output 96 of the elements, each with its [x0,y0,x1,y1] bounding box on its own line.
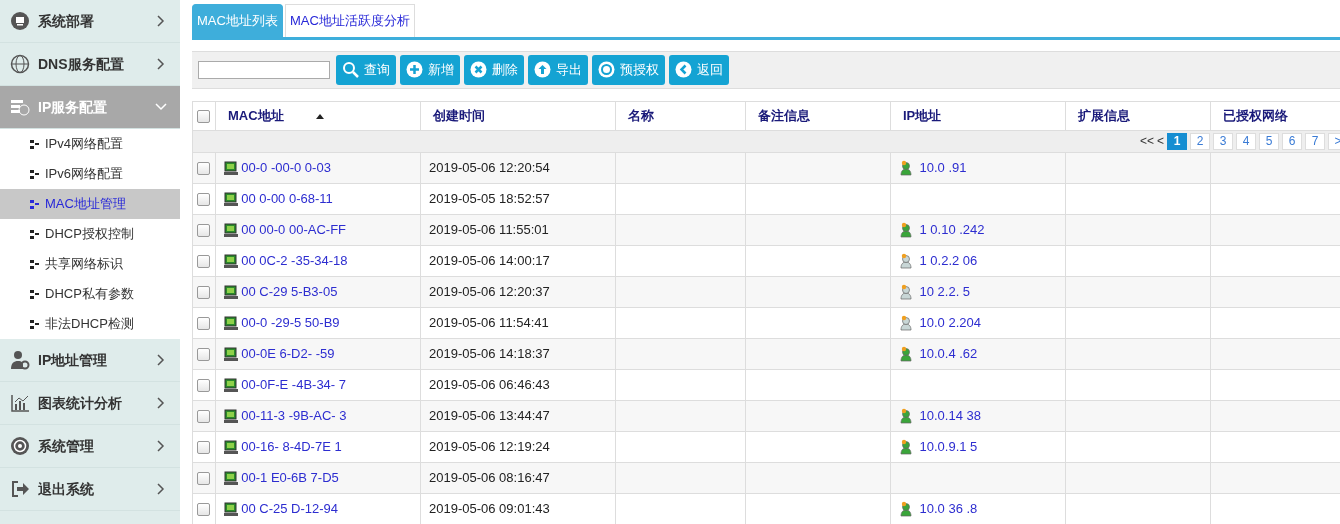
submenu-item[interactable]: IPv4网络配置 [0,129,180,159]
bullet-icon [30,169,39,179]
network-card-icon [224,439,238,454]
ip-address: 1 0.2.2 06 [919,251,978,270]
table-cell: 2019-05-06 12:19:24 [420,431,616,462]
ip-address: 10 2.2. 5 [919,282,971,301]
network-card-icon [224,501,238,516]
monitor-icon [10,11,30,31]
ip-address: 10.0.4 .62 [919,344,978,363]
plus-icon [406,61,423,78]
network-card-icon [224,470,238,485]
table-cell: 2019-05-05 18:52:57 [420,183,616,214]
tab[interactable]: MAC地址活跃度分析 [284,4,415,37]
network-card-icon [224,160,238,175]
bullet-icon [30,289,39,299]
submenu-item[interactable]: IPv6网络配置 [0,159,180,189]
table-cell: 2019-05-06 11:54:41 [420,307,616,338]
exit-icon [10,479,30,499]
checkbox[interactable] [197,409,210,423]
table-cell: 2019-05-06 11:55:01 [420,214,616,245]
table-cell: 2019-05-06 14:00:17 [420,245,616,276]
column-header[interactable]: 已授权网络 [1210,101,1340,130]
submenu-item[interactable]: DHCP私有参数 [0,279,180,309]
chevron-left-icon [675,61,692,78]
ip-address: 10.0.9.1 5 [919,437,978,456]
sidebar-item[interactable]: 退出系统 [0,468,180,511]
sidebar-item[interactable]: IP地址管理 [0,339,180,382]
checkbox[interactable] [197,223,210,237]
checkbox[interactable] [197,192,210,206]
next-page-link[interactable]: > [1328,132,1340,150]
column-header[interactable]: 名称 [615,101,746,130]
checkbox[interactable] [197,254,210,268]
network-card-icon [224,253,238,268]
network-card-icon [224,315,238,330]
submenu-item[interactable]: DHCP授权控制 [0,219,180,249]
column-header[interactable]: 备注信息 [745,101,891,130]
ip-address: 10.0 36 .8 [919,499,978,518]
submenu-item[interactable]: 共享网络标识 [0,249,180,279]
page-link[interactable]: 2 [1190,132,1210,150]
close-icon [470,61,487,78]
checkbox[interactable] [197,347,210,361]
page-link[interactable]: 3 [1213,132,1233,150]
page-link[interactable]: 5 [1259,132,1279,150]
sidebar-item[interactable]: 图表统计分析 [0,382,180,425]
ip-address: 1 0.10 .242 [919,220,985,239]
bar-chart-icon [10,393,30,413]
checkbox[interactable] [197,109,210,123]
previous-page-link[interactable]: < [1157,132,1164,151]
checkbox[interactable] [197,440,210,454]
column-header[interactable]: MAC地址 [215,101,421,130]
ring-icon [598,61,615,78]
network-card-icon [224,191,238,206]
table-cell: 2019-05-06 06:46:43 [420,369,616,400]
table-cell: 2019-05-06 13:44:47 [420,400,616,431]
column-header[interactable]: 创建时间 [420,101,616,130]
page-link[interactable]: 4 [1236,132,1256,150]
submenu-item[interactable]: 非法DHCP检测 [0,309,180,339]
ip-address: 10.0.14 38 [919,406,981,425]
gear-icon [10,436,30,456]
network-card-icon [224,222,238,237]
sidebar-item[interactable]: 系统管理 [0,425,180,468]
ip-address: 10.0 2.204 [919,313,981,332]
network-card-icon [224,346,238,361]
checkbox[interactable] [197,316,210,330]
checkbox[interactable] [197,378,210,392]
bullet-icon [30,139,39,149]
page-link[interactable]: 6 [1282,132,1302,150]
bullet-icon [30,199,39,209]
table-cell: 2019-05-06 14:18:37 [420,338,616,369]
bullet-icon [30,229,39,239]
column-header[interactable]: IP地址 [890,101,1066,130]
page-link[interactable]: 1 [1167,132,1187,150]
network-card-icon [224,408,238,423]
column-header[interactable]: 扩展信息 [1065,101,1211,130]
search-field[interactable] [198,60,330,79]
first-page-link[interactable]: << [1139,132,1154,151]
bullet-icon [30,259,39,269]
sidebar-item[interactable]: 系统部署 [0,0,180,43]
globe-icon [10,54,30,74]
checkbox[interactable] [197,161,210,175]
checkbox[interactable] [197,285,210,299]
table-cell: 2019-05-06 12:20:54 [420,152,616,183]
server-icon [10,97,30,117]
network-card-icon [224,377,238,392]
page-link[interactable]: 7 [1305,132,1325,150]
checkbox[interactable] [197,471,210,485]
bullet-icon [30,319,39,329]
ip-address: 10.0 .91 [919,158,967,177]
search-icon [342,61,359,78]
table-cell: 2019-05-06 12:20:37 [420,276,616,307]
user-gear-icon [10,350,30,370]
arrow-up-icon [534,61,551,78]
submenu-item[interactable]: MAC地址管理 [0,189,180,219]
network-card-icon [224,284,238,299]
table-cell: 2019-05-06 08:16:47 [420,462,616,493]
checkbox[interactable] [197,502,210,516]
